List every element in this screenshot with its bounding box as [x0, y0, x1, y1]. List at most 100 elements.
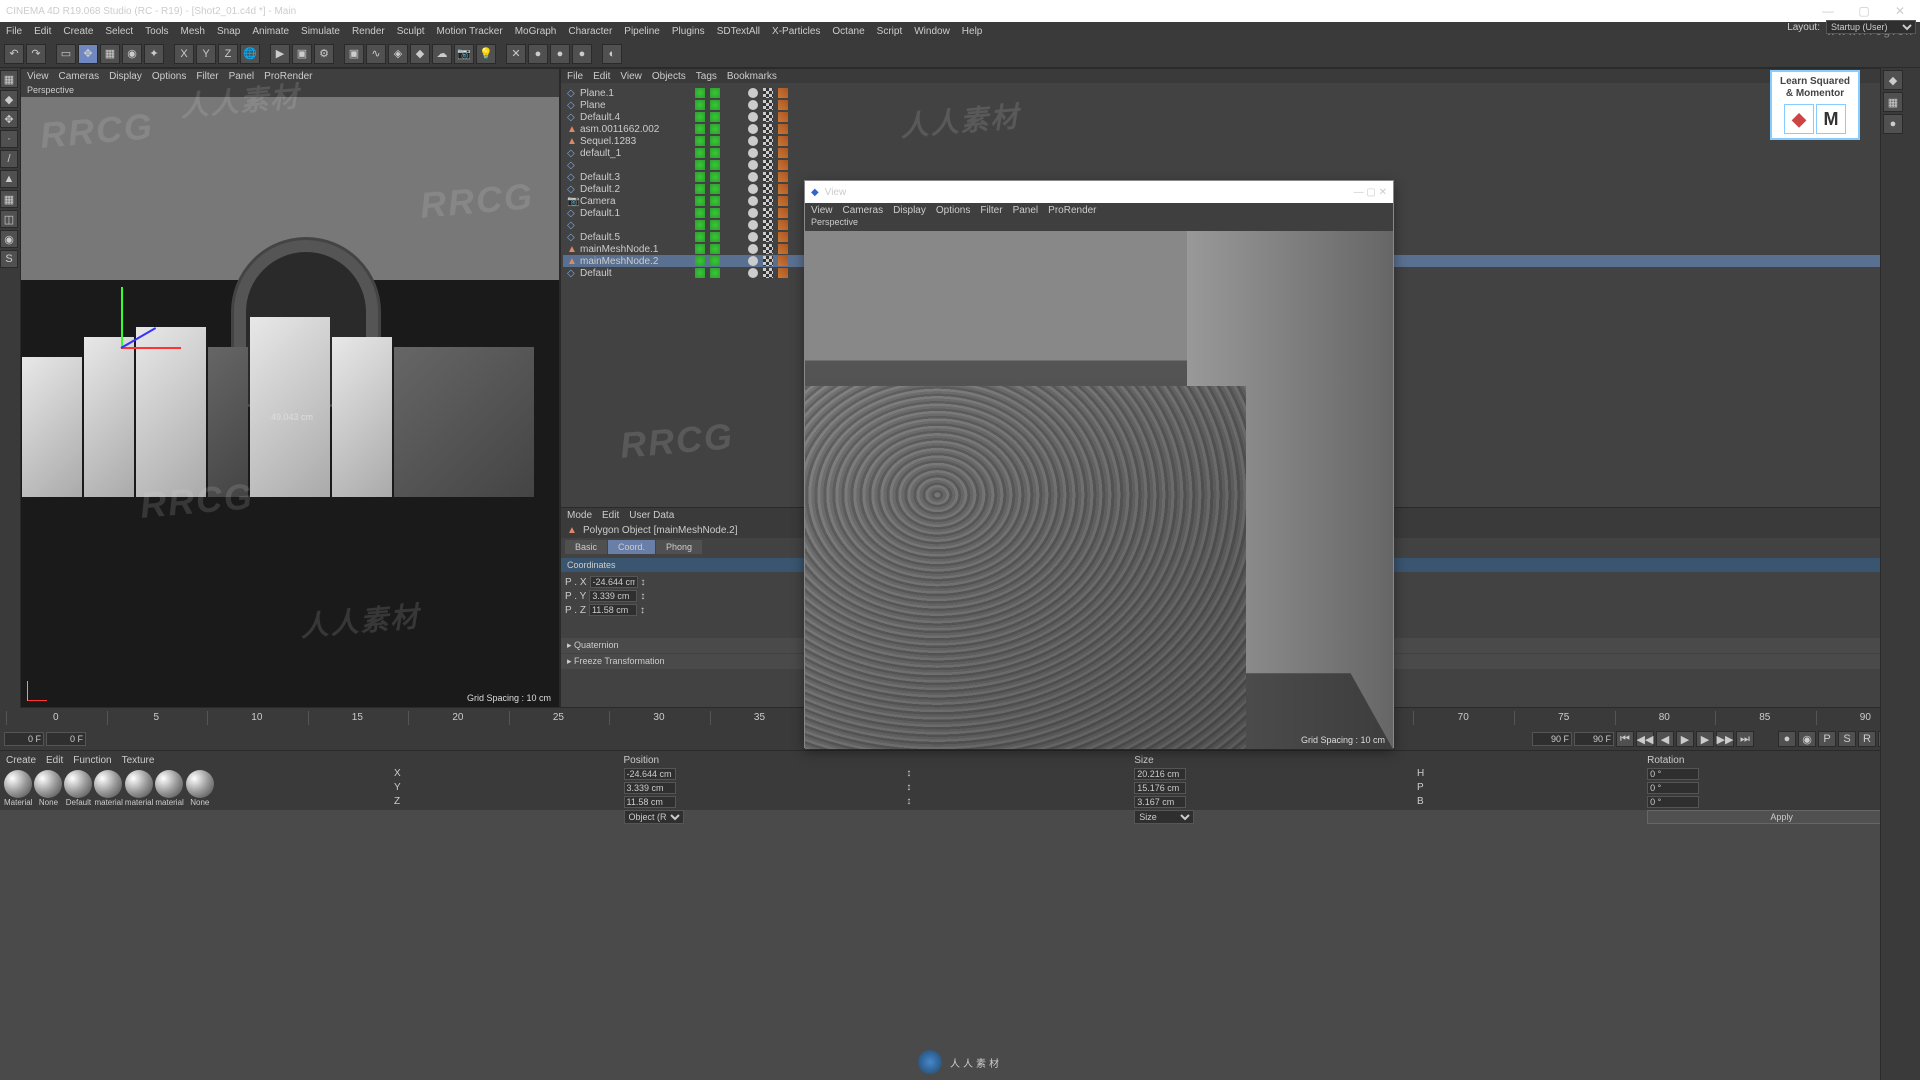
om-menu-item[interactable]: File	[567, 71, 583, 82]
record-key-icon[interactable]: ●	[1778, 731, 1796, 747]
visibility-editor-dot[interactable]	[695, 220, 705, 230]
mat-menu-item[interactable]: Edit	[46, 755, 63, 766]
model-mode-icon[interactable]: ▦	[0, 70, 18, 88]
menu-item[interactable]: Simulate	[301, 26, 340, 37]
material-ball[interactable]	[4, 770, 32, 798]
phong-tag-icon[interactable]	[778, 88, 788, 98]
texture-tag-icon[interactable]	[763, 88, 773, 98]
edge-mode-icon[interactable]: /	[0, 150, 18, 168]
size-mode-select[interactable]: Size	[1134, 810, 1194, 824]
object-row[interactable]: ▲ Sequel.1283	[563, 135, 1917, 147]
coord-mode-select[interactable]: Object (Rel)	[624, 810, 684, 824]
menu-item[interactable]: Window	[914, 26, 950, 37]
timeline-tick[interactable]: 30	[609, 711, 708, 725]
key-scale-icon[interactable]: S	[1838, 731, 1856, 747]
visibility-render-dot[interactable]	[710, 196, 720, 206]
timeline-tick[interactable]: 70	[1413, 711, 1512, 725]
visibility-render-dot[interactable]	[710, 232, 720, 242]
move-tool-icon[interactable]: ✥	[78, 44, 98, 64]
visibility-render-dot[interactable]	[710, 184, 720, 194]
menu-item[interactable]: X-Particles	[772, 26, 820, 37]
fv-menu-item[interactable]: Options	[936, 205, 970, 216]
timeline-tick[interactable]: 75	[1514, 711, 1613, 725]
phong-tag-icon[interactable]	[778, 124, 788, 134]
size-y-field[interactable]	[1134, 782, 1186, 794]
attr-menu-item[interactable]: User Data	[629, 510, 674, 521]
material-ball[interactable]	[94, 770, 122, 798]
texture-tag-icon[interactable]	[763, 196, 773, 206]
timeline-tick[interactable]: 10	[207, 711, 306, 725]
coord-field[interactable]	[589, 604, 637, 616]
visibility-editor-dot[interactable]	[695, 268, 705, 278]
render-region-icon[interactable]: ▣	[292, 44, 312, 64]
camera-icon[interactable]: 📷	[454, 44, 474, 64]
layer-dot[interactable]	[748, 112, 758, 122]
menu-item[interactable]: Plugins	[672, 26, 705, 37]
texture-tag-icon[interactable]	[763, 244, 773, 254]
phong-tag-icon[interactable]	[778, 196, 788, 206]
viewport-canvas[interactable]: 49.043 cm Grid Spacing : 10 cm	[21, 97, 559, 707]
om-menu-item[interactable]: View	[620, 71, 642, 82]
phong-tag-icon[interactable]	[778, 172, 788, 182]
fv-menu-item[interactable]: View	[811, 205, 833, 216]
object-row[interactable]: ◇ default_1	[563, 147, 1917, 159]
visibility-editor-dot[interactable]	[695, 244, 705, 254]
autokey-icon[interactable]: ◉	[1798, 731, 1816, 747]
minimize-icon[interactable]: —	[1354, 187, 1364, 198]
current-frame-field[interactable]	[46, 732, 86, 746]
phong-tag-icon[interactable]	[778, 220, 788, 230]
visibility-editor-dot[interactable]	[695, 184, 705, 194]
axis-x-icon[interactable]: X	[174, 44, 194, 64]
menu-item[interactable]: Pipeline	[624, 26, 660, 37]
texture-tag-icon[interactable]	[763, 100, 773, 110]
material-ball[interactable]	[34, 770, 62, 798]
menu-item[interactable]: Create	[63, 26, 93, 37]
timeline-tick[interactable]: 25	[509, 711, 608, 725]
object-row[interactable]: ◇ Default.4	[563, 111, 1917, 123]
palette-icon[interactable]: ◆	[1883, 70, 1903, 90]
object-row[interactable]: ◇ Plane	[563, 99, 1917, 111]
world-icon[interactable]: 🌐	[240, 44, 260, 64]
menu-item[interactable]: Motion Tracker	[437, 26, 503, 37]
timeline-tick[interactable]: 20	[408, 711, 507, 725]
palette-icon[interactable]: ▦	[1883, 92, 1903, 112]
visibility-render-dot[interactable]	[710, 136, 720, 146]
point-mode-icon[interactable]: ·	[0, 130, 18, 148]
octane-icon[interactable]: ◐	[602, 44, 622, 64]
menu-item[interactable]: Edit	[34, 26, 51, 37]
maximize-icon[interactable]: ▢	[1850, 4, 1878, 18]
start-frame-field[interactable]	[4, 732, 44, 746]
mat-menu-item[interactable]: Create	[6, 755, 36, 766]
visibility-editor-dot[interactable]	[695, 256, 705, 266]
attr-menu-item[interactable]: Edit	[602, 510, 619, 521]
axis-y-icon[interactable]: Y	[196, 44, 216, 64]
vp-menu-item[interactable]: ProRender	[264, 71, 312, 82]
layer-dot[interactable]	[748, 184, 758, 194]
minimize-icon[interactable]: —	[1814, 4, 1842, 18]
menu-item[interactable]: Script	[877, 26, 903, 37]
next-key-icon[interactable]: ▶▶	[1716, 731, 1734, 747]
visibility-render-dot[interactable]	[710, 172, 720, 182]
vp-menu-item[interactable]: View	[27, 71, 49, 82]
prev-key-icon[interactable]: ◀◀	[1636, 731, 1654, 747]
layer-dot[interactable]	[748, 244, 758, 254]
timeline-tick[interactable]: 35	[710, 711, 809, 725]
attr-menu-item[interactable]: Mode	[567, 510, 592, 521]
layer-dot[interactable]	[748, 208, 758, 218]
texture-tag-icon[interactable]	[763, 208, 773, 218]
tab-phong[interactable]: Phong	[656, 540, 702, 554]
visibility-editor-dot[interactable]	[695, 196, 705, 206]
size-x-field[interactable]	[1134, 768, 1186, 780]
fv-menu-item[interactable]: Display	[893, 205, 926, 216]
vp-menu-item[interactable]: Filter	[196, 71, 218, 82]
menu-item[interactable]: Mesh	[181, 26, 205, 37]
visibility-editor-dot[interactable]	[695, 172, 705, 182]
layer-dot[interactable]	[748, 220, 758, 230]
rot-h-field[interactable]	[1647, 768, 1699, 780]
tab-basic[interactable]: Basic	[565, 540, 607, 554]
visibility-editor-dot[interactable]	[695, 148, 705, 158]
range-end-field[interactable]	[1532, 732, 1572, 746]
render-view-icon[interactable]: ▶	[270, 44, 290, 64]
visibility-render-dot[interactable]	[710, 124, 720, 134]
vp-menu-item[interactable]: Cameras	[59, 71, 100, 82]
